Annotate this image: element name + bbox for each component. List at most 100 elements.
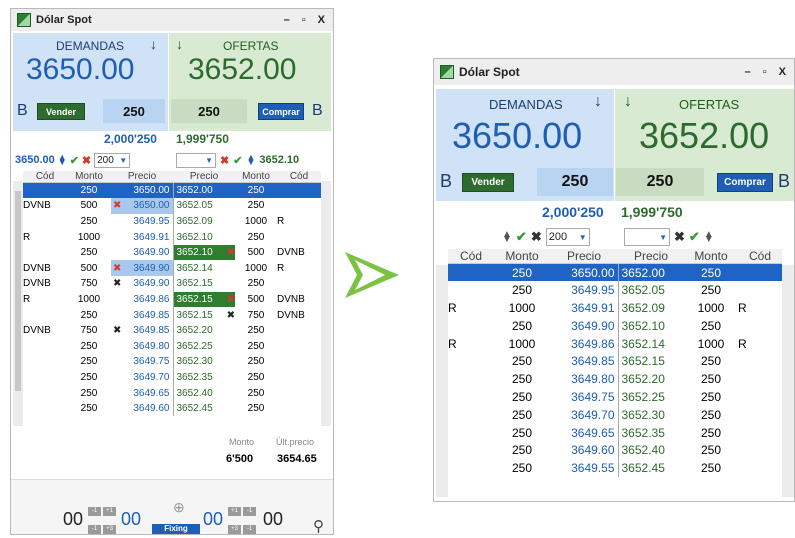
price-bid-cell[interactable]: 3650.00 — [111, 182, 173, 199]
cancel-x-icon[interactable]: ✖ — [227, 294, 235, 305]
price-bid-cell[interactable]: 3650.00 — [550, 263, 618, 282]
table-row[interactable]: R 1000 3649.91 3652.10 250 — [23, 229, 321, 245]
ask-price-entry[interactable]: 3652.10 — [259, 154, 299, 166]
price-ask-cell[interactable]: 3652.35 — [172, 369, 235, 386]
monto-ask-cell[interactable]: 250 — [235, 198, 277, 214]
monto-ask-cell[interactable]: 250 — [684, 263, 738, 282]
price-bid-cell[interactable]: 3649.85 — [111, 307, 173, 323]
monto-bid-cell[interactable]: 250 — [67, 214, 111, 230]
col-precio-bid[interactable]: Precio — [111, 171, 173, 183]
code-bid-cell[interactable] — [448, 406, 494, 424]
code-ask-cell[interactable]: R — [277, 214, 321, 230]
monto-ask-cell[interactable]: 1000 — [235, 260, 277, 276]
code-ask-cell[interactable] — [277, 354, 321, 370]
monto-ask-cell[interactable]: 250 — [235, 276, 277, 292]
price-bid-cell[interactable]: 3649.86 — [550, 335, 618, 353]
price-bid-cell[interactable]: 3649.75 — [550, 388, 618, 406]
monto-bid-cell[interactable]: 250 — [67, 370, 111, 386]
price-bid-cell[interactable]: 3649.60 — [550, 441, 618, 459]
close-button[interactable]: X — [779, 66, 786, 78]
code-ask-cell[interactable] — [277, 229, 321, 245]
code-bid-cell[interactable] — [23, 354, 67, 370]
price-bid-cell[interactable]: ✖ 3649.90 — [111, 276, 173, 292]
bid-price-entry[interactable]: 3650.00 — [15, 154, 55, 166]
price-bid-cell[interactable]: 3649.95 — [111, 214, 173, 230]
mini-button[interactable]: +3 — [228, 525, 241, 534]
monto-ask-cell[interactable]: 1000 — [684, 299, 738, 317]
price-bid-cell[interactable]: 3649.80 — [550, 370, 618, 388]
close-button[interactable]: X — [318, 14, 325, 26]
code-ask-cell[interactable] — [738, 388, 782, 406]
table-row[interactable]: 250 3649.90 3652.10 ✖ 500 DVNB — [23, 244, 321, 261]
monto-bid-cell[interactable]: 250 — [67, 338, 111, 354]
price-ask-cell[interactable]: 3652.00 — [172, 182, 235, 199]
code-bid-cell[interactable]: R — [448, 335, 494, 353]
monto-bid-cell[interactable]: 250 — [67, 307, 111, 323]
price-bid-cell[interactable]: 3649.91 — [550, 299, 618, 317]
monto-ask-cell[interactable]: 250 — [684, 388, 738, 406]
price-bid-cell[interactable]: 3649.95 — [550, 281, 618, 299]
table-row[interactable]: 250 3649.80 3652.25 250 — [23, 338, 321, 355]
table-row[interactable]: 250 3649.75 3652.30 250 — [23, 354, 321, 370]
code-bid-cell[interactable] — [23, 370, 67, 386]
close-x-icon[interactable]: ✖ — [227, 310, 235, 321]
col-precio-ask[interactable]: Precio — [173, 171, 235, 183]
maximize-button[interactable]: ▫ — [763, 66, 767, 78]
price-ask-cell[interactable]: 3652.30 — [172, 354, 235, 370]
monto-bid-cell[interactable]: 750 — [67, 276, 111, 292]
code-bid-cell[interactable]: R — [448, 299, 494, 317]
minimize-button[interactable]: – — [745, 66, 751, 78]
monto-ask-cell[interactable]: 250 — [235, 182, 277, 199]
code-ask-cell[interactable] — [738, 406, 782, 424]
monto-bid-cell[interactable]: 500 — [67, 260, 111, 276]
price-stepper-icon[interactable]: ▲ ▼ — [246, 153, 255, 167]
col-monto-bid[interactable]: Monto — [494, 249, 550, 264]
price-ask-cell[interactable]: 3652.05 — [172, 198, 235, 214]
table-row[interactable]: 250 3650.00 3652.00 250 — [448, 263, 782, 282]
code-ask-cell[interactable] — [277, 385, 321, 401]
table-row[interactable]: R 1000 3649.86 3652.14 1000 R — [448, 334, 782, 353]
monto-ask-cell[interactable]: 1000 — [235, 214, 277, 230]
col-cod-bid[interactable]: Cód — [23, 171, 67, 183]
col-cod-ask[interactable]: Cód — [738, 249, 782, 264]
monto-bid-cell[interactable]: 250 — [494, 263, 550, 282]
confirm-check-icon[interactable]: ✔ — [516, 229, 527, 245]
close-x-icon[interactable]: ✖ — [111, 325, 121, 336]
code-ask-cell[interactable] — [277, 198, 321, 214]
col-monto-bid[interactable]: Monto — [67, 171, 111, 183]
monto-ask-cell[interactable]: 250 — [684, 370, 738, 388]
monto-bid-cell[interactable]: 500 — [67, 198, 111, 214]
price-ask-cell[interactable]: 3652.05 — [617, 281, 684, 300]
price-ask-cell[interactable]: 3652.09 — [172, 213, 235, 230]
price-ask-cell[interactable]: 3652.14 — [172, 260, 235, 277]
monto-bid-cell[interactable]: 1000 — [67, 292, 111, 308]
table-row[interactable]: DVNB 500 ✖ 3650.00 3652.05 250 — [23, 198, 321, 214]
price-bid-cell[interactable]: 3649.75 — [111, 354, 173, 370]
mini-button[interactable]: +1 — [103, 507, 116, 516]
code-ask-cell[interactable]: DVNB — [277, 245, 321, 261]
code-ask-cell[interactable] — [277, 276, 321, 292]
monto-ask-cell[interactable]: 250 — [684, 281, 738, 299]
maximize-button[interactable]: ▫ — [302, 14, 306, 26]
monto-bid-cell[interactable]: 250 — [67, 245, 111, 261]
price-ask-cell[interactable]: 3652.30 — [617, 405, 684, 424]
mini-button[interactable]: +3 — [103, 525, 116, 534]
code-bid-cell[interactable] — [448, 317, 494, 335]
price-ask-cell[interactable]: 3652.10 ✖ — [172, 244, 235, 261]
cancel-x-icon[interactable]: ✖ — [674, 229, 685, 245]
code-ask-cell[interactable] — [738, 370, 782, 388]
code-ask-cell[interactable]: R — [738, 335, 782, 353]
monto-bid-cell[interactable]: 250 — [67, 401, 111, 417]
monto-ask-cell[interactable]: 250 — [684, 317, 738, 335]
cancel-x-icon[interactable]: ✖ — [111, 200, 121, 211]
monto-ask-cell[interactable]: 1000 — [684, 335, 738, 353]
monto-bid-cell[interactable]: 250 — [494, 388, 550, 406]
col-cod-ask[interactable]: Cód — [277, 171, 321, 183]
code-ask-cell[interactable]: DVNB — [277, 292, 321, 308]
monto-ask-cell[interactable]: 250 — [235, 338, 277, 354]
code-ask-cell[interactable]: R — [738, 299, 782, 317]
price-bid-cell[interactable]: 3649.65 — [111, 385, 173, 401]
code-bid-cell[interactable]: DVNB — [23, 260, 67, 276]
code-ask-cell[interactable] — [277, 401, 321, 417]
table-row[interactable]: 250 3649.70 3652.35 250 — [23, 369, 321, 386]
